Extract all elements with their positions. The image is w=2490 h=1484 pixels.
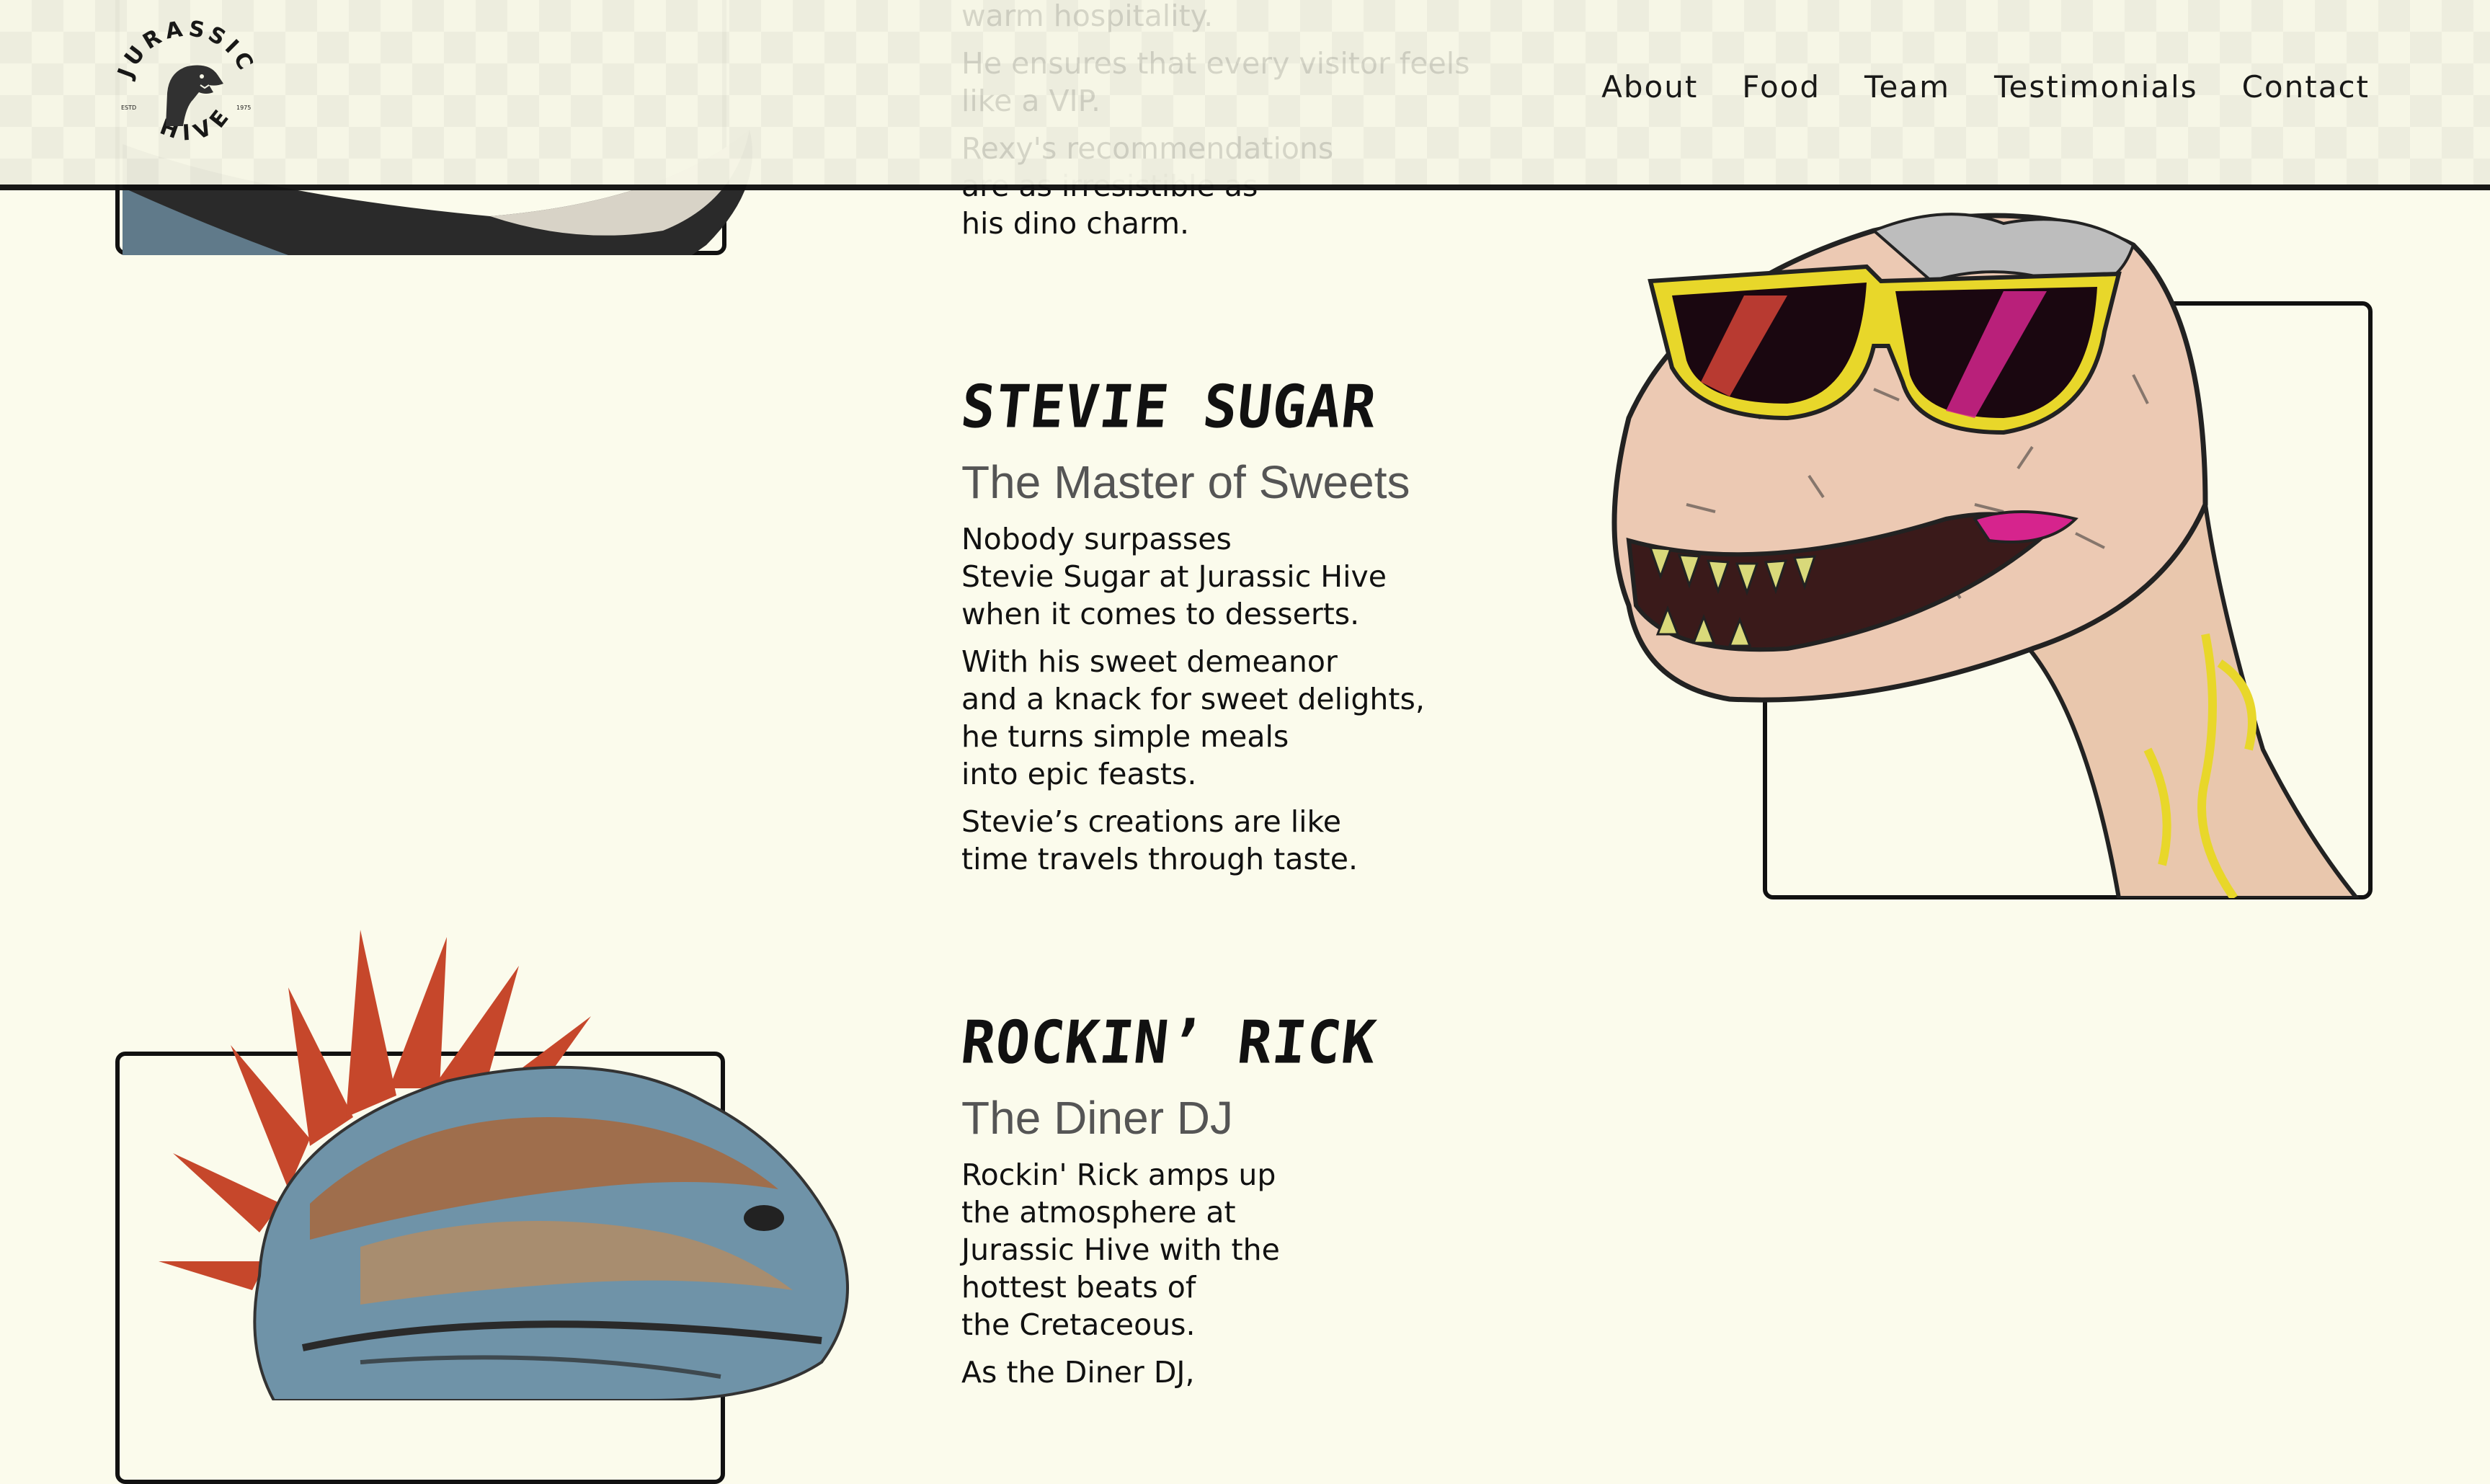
nav-contact[interactable]: Contact — [2242, 69, 2370, 105]
stevie-name: STEVIE SUGAR — [958, 373, 1380, 442]
rick-bio: Rockin' Rick amps up the atmosphere at J… — [961, 1156, 1495, 1391]
rick-paragraph-2: As the Diner DJ, — [961, 1355, 1195, 1390]
logo-year: 1975 — [236, 105, 251, 111]
stevie-paragraph-1: Nobody surpasses Stevie Sugar at Jurassi… — [961, 522, 1387, 631]
logo-estd: ESTD — [121, 105, 136, 111]
rexy-line-2: his dino charm. — [961, 206, 1190, 241]
stevie-dino-image — [1611, 213, 2360, 898]
nav-food[interactable]: Food — [1742, 69, 1820, 105]
main-nav: About Food Team Testimonials Contact — [1601, 69, 2370, 105]
stevie-role: The Master of Sweets — [961, 456, 1410, 508]
jurassic-hive-logo[interactable]: JURASSIC HIVE ESTD 1975 — [108, 14, 267, 173]
stevie-paragraph-2: With his sweet demeanor and a knack for … — [961, 644, 1425, 791]
stevie-section: STEVIE SUGAR The Master of Sweets Nobody… — [958, 373, 1495, 888]
nav-testimonials[interactable]: Testimonials — [1994, 69, 2198, 105]
rick-paragraph-1: Rockin' Rick amps up the atmosphere at J… — [961, 1158, 1280, 1342]
site-header: JURASSIC HIVE ESTD 1975 About Food Team … — [0, 0, 2490, 190]
rick-name: ROCKIN’ RICK — [958, 1008, 1380, 1078]
rick-role: The Diner DJ — [961, 1092, 1233, 1144]
nav-about[interactable]: About — [1601, 69, 1698, 105]
stevie-paragraph-3: Stevie’s creations are like time travels… — [961, 804, 1359, 876]
rick-dino-image — [159, 930, 849, 1400]
nav-team[interactable]: Team — [1864, 69, 1950, 105]
rick-section: ROCKIN’ RICK The Diner DJ Rockin' Rick a… — [958, 1008, 1495, 1401]
stevie-bio: Nobody surpasses Stevie Sugar at Jurassi… — [961, 520, 1495, 878]
